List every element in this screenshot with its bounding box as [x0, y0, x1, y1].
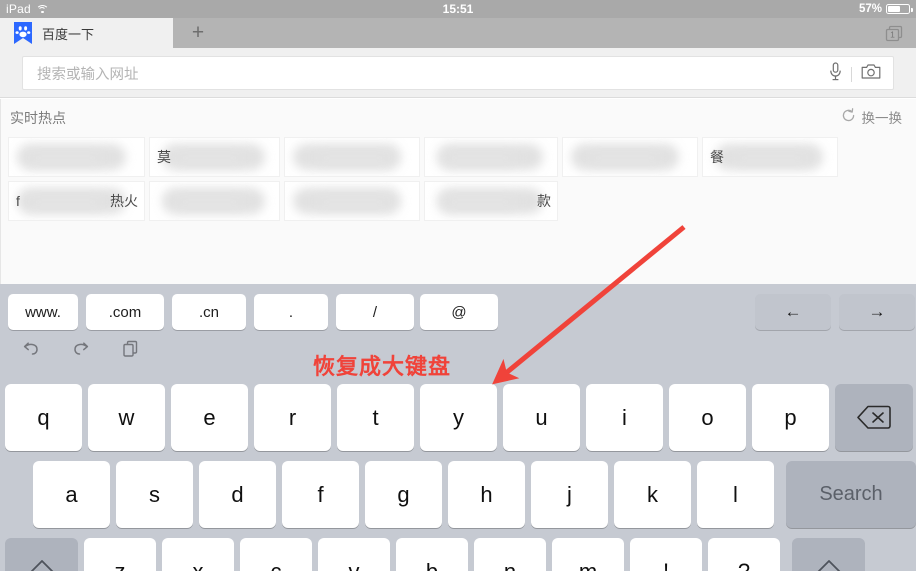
keyboard-row-1: qwertyuiop	[0, 384, 916, 451]
key-q[interactable]: q	[5, 384, 82, 451]
key-a[interactable]: a	[33, 461, 110, 528]
onscreen-keyboard: www. .com .cn . / @ ← → q w e r t y u i …	[0, 284, 916, 571]
hot-topic-item[interactable]: 款	[424, 181, 558, 221]
keyboard-row-3: z x c v b n m!?	[0, 538, 916, 571]
battery-percent-label: 57%	[858, 3, 882, 15]
key-m[interactable]: m	[552, 538, 624, 571]
key-u[interactable]: u	[503, 384, 580, 451]
key-v[interactable]: v	[318, 538, 390, 571]
refresh-topics-button[interactable]: 换一换	[841, 107, 903, 127]
key-t[interactable]: t	[337, 384, 414, 451]
hot-topic-item[interactable]	[284, 181, 420, 221]
shift-key-right[interactable]	[792, 538, 865, 571]
key-r[interactable]: r	[254, 384, 331, 451]
hot-topics-title: 实时热点	[10, 110, 66, 126]
key-i[interactable]: i	[586, 384, 663, 451]
key-y[interactable]: y	[420, 384, 497, 451]
ipad-browser-screen: iPad 15:51 57% 百度一下 + 1 搜索或输入网址 实时热点 换一换…	[0, 0, 916, 571]
microphone-icon[interactable]	[829, 62, 842, 86]
key-w[interactable]: w	[88, 384, 165, 451]
paste-icon[interactable]	[120, 338, 142, 360]
redo-icon[interactable]	[70, 338, 92, 360]
hot-topic-item[interactable]: f 热火	[8, 181, 145, 221]
key-g[interactable]: g	[365, 461, 442, 528]
clock-label: 15:51	[442, 2, 474, 16]
page-content: 实时热点 换一换 莫餐 f 热火款	[0, 99, 916, 284]
key-p[interactable]: p	[752, 384, 829, 451]
next-field-button[interactable]: →	[839, 294, 915, 330]
tabs-overview-button[interactable]: 1	[885, 25, 903, 42]
hot-topic-text: 热火	[110, 193, 138, 209]
hot-topics-header: 实时热点 换一换	[0, 99, 916, 135]
address-bar-divider	[851, 66, 852, 82]
key-j[interactable]: j	[531, 461, 608, 528]
key-d[interactable]: d	[199, 461, 276, 528]
key-o[interactable]: o	[669, 384, 746, 451]
keyboard-row-2: a s d f g h j k l Search	[0, 461, 916, 528]
hot-topics-row: f 热火 款	[8, 181, 908, 225]
quickkey-slash[interactable]: /	[336, 294, 414, 330]
hot-topic-item[interactable]	[149, 181, 280, 221]
refresh-topics-label: 换一换	[861, 111, 903, 126]
keyboard-quick-toolbar: www. .com .cn . / @ ← →	[0, 284, 916, 339]
hot-topic-item[interactable]	[424, 137, 558, 177]
address-input-placeholder[interactable]: 搜索或输入网址	[37, 63, 139, 84]
shift-key-left[interactable]	[5, 538, 78, 571]
quickkey-www[interactable]: www.	[8, 294, 78, 330]
search-key[interactable]: Search	[786, 461, 916, 528]
quickkey-com[interactable]: .com	[86, 294, 164, 330]
prev-field-button[interactable]: ←	[755, 294, 831, 330]
hot-topics-row: 莫餐	[8, 137, 908, 181]
key-c[interactable]: c	[240, 538, 312, 571]
key-h[interactable]: h	[448, 461, 525, 528]
svg-text:1: 1	[890, 30, 895, 40]
hot-topic-text: 款	[537, 193, 551, 209]
hot-topic-item[interactable]	[8, 137, 145, 177]
key-?[interactable]: ?	[708, 538, 780, 571]
hot-topic-text: f	[16, 193, 20, 209]
quickkey-dot[interactable]: .	[254, 294, 328, 330]
battery-icon	[886, 4, 913, 14]
key-b[interactable]: b	[396, 538, 468, 571]
hot-topic-item[interactable]: 莫	[149, 137, 280, 177]
address-bar-actions	[829, 57, 881, 91]
key-s[interactable]: s	[116, 461, 193, 528]
quickkey-cn[interactable]: .cn	[172, 294, 246, 330]
key-x[interactable]: x	[162, 538, 234, 571]
baidu-paw-icon	[14, 21, 32, 44]
quickkey-at[interactable]: @	[420, 294, 498, 330]
keyboard-edit-actions	[20, 338, 142, 360]
hot-topic-item[interactable]: 餐	[702, 137, 838, 177]
key-z[interactable]: z	[84, 538, 156, 571]
key-f[interactable]: f	[282, 461, 359, 528]
key-![interactable]: !	[630, 538, 702, 571]
annotation-text: 恢复成大键盘	[313, 354, 452, 379]
hot-topic-item[interactable]	[284, 137, 420, 177]
address-bar-container: 搜索或输入网址	[0, 48, 916, 98]
refresh-icon	[841, 108, 856, 126]
new-tab-button[interactable]: +	[188, 22, 208, 43]
hot-topic-text: 莫	[157, 149, 171, 165]
address-bar[interactable]: 搜索或输入网址	[22, 56, 894, 90]
status-bar-right: 57%	[858, 0, 913, 18]
key-n[interactable]: n	[474, 538, 546, 571]
browser-tab[interactable]: 百度一下	[0, 18, 173, 48]
backspace-key[interactable]	[835, 384, 913, 451]
browser-tab-bar: 百度一下 + 1	[0, 18, 916, 48]
key-k[interactable]: k	[614, 461, 691, 528]
tab-title-label: 百度一下	[42, 26, 95, 42]
undo-icon[interactable]	[20, 338, 42, 360]
key-l[interactable]: l	[697, 461, 774, 528]
status-bar: iPad 15:51 57%	[0, 0, 916, 18]
key-e[interactable]: e	[171, 384, 248, 451]
camera-icon[interactable]	[861, 63, 881, 85]
hot-topics-grid: 莫餐 f 热火款	[8, 137, 908, 225]
hot-topic-text: 餐	[710, 149, 724, 165]
hot-topic-item[interactable]	[562, 137, 698, 177]
